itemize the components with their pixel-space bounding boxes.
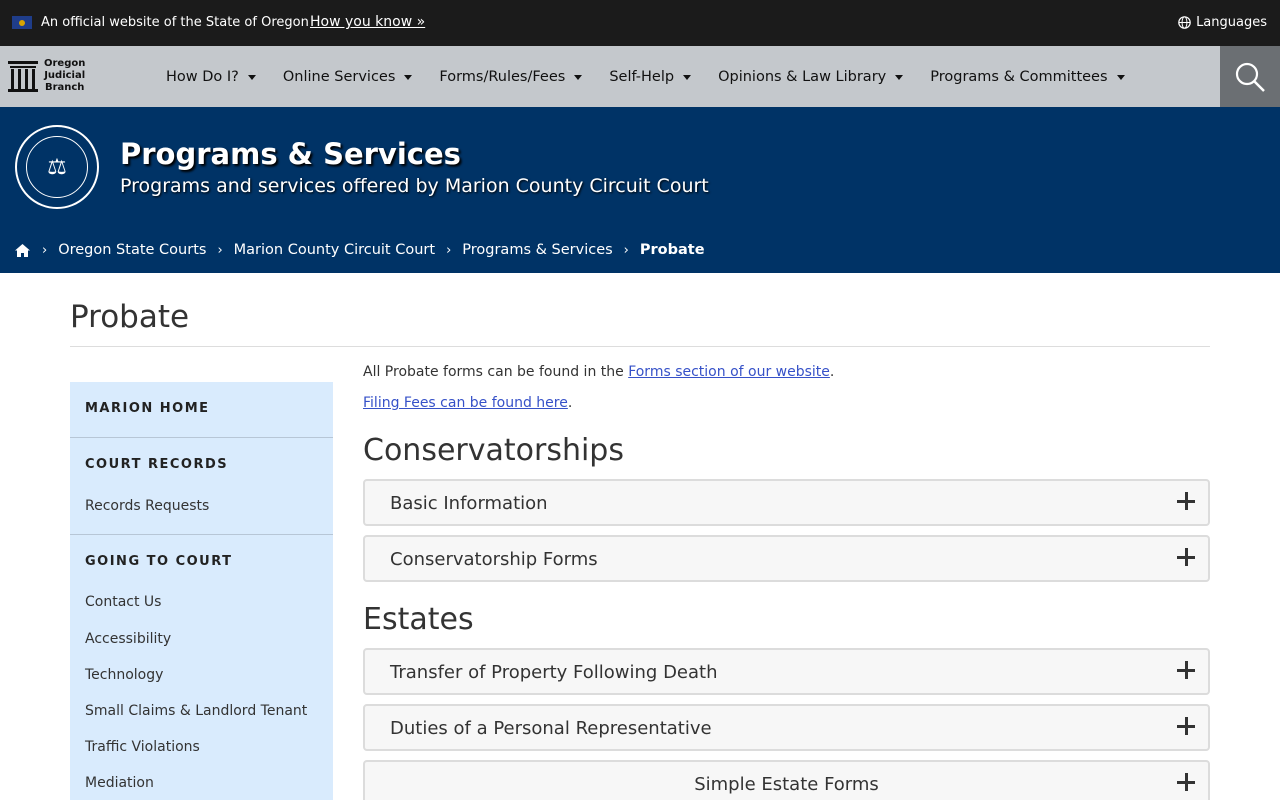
chevron-right-icon: › <box>42 242 48 258</box>
courthouse-pillars-icon <box>8 59 38 93</box>
globe-icon <box>1178 16 1191 29</box>
accordion-transfer-of-property[interactable]: Transfer of Property Following Death <box>363 648 1210 695</box>
breadcrumb-programs-services[interactable]: Programs & Services <box>462 242 612 258</box>
caret-down-icon <box>683 75 692 80</box>
plus-icon <box>1174 545 1198 569</box>
sidebar-divider <box>70 534 333 535</box>
accordion-label: Transfer of Property Following Death <box>390 662 718 683</box>
caret-down-icon <box>247 75 256 80</box>
accordion-basic-information[interactable]: Basic Information <box>363 479 1210 526</box>
caret-down-icon <box>574 75 583 80</box>
caret-down-icon <box>1116 75 1125 80</box>
plus-icon <box>1174 489 1198 513</box>
home-icon[interactable] <box>14 243 31 258</box>
chevron-right-icon: › <box>217 242 223 258</box>
breadcrumb-marion-county-circuit-court[interactable]: Marion County Circuit Court <box>234 242 435 258</box>
accordion-label: Simple Estate Forms <box>694 774 879 795</box>
sidebar: MARION HOME COURT RECORDS Records Reques… <box>70 382 333 800</box>
breadcrumb-oregon-state-courts[interactable]: Oregon State Courts <box>58 242 206 258</box>
sidebar-item-accessibility[interactable]: Accessibility <box>85 631 171 647</box>
sidebar-item-traffic-violations[interactable]: Traffic Violations <box>85 739 200 755</box>
sidebar-item-records-requests[interactable]: Records Requests <box>85 498 209 514</box>
official-banner: An official website of the State of Oreg… <box>0 0 1280 46</box>
nav-programs-committees[interactable]: Programs & Committees <box>930 69 1125 85</box>
accordion-simple-estate-forms[interactable]: Simple Estate Forms <box>363 760 1210 800</box>
sidebar-marion-home[interactable]: MARION HOME <box>85 401 210 416</box>
filing-fees-link[interactable]: Filing Fees can be found here <box>363 395 568 411</box>
sidebar-item-mediation[interactable]: Mediation <box>85 775 154 791</box>
page-title: Probate <box>70 299 190 335</box>
logo-text: Oregon Judicial Branch <box>44 58 86 93</box>
nav-forms-rules-fees[interactable]: Forms/Rules/Fees <box>439 69 583 85</box>
accordion-conservatorship-forms[interactable]: Conservatorship Forms <box>363 535 1210 582</box>
search-button[interactable] <box>1220 46 1280 107</box>
sidebar-item-contact-us[interactable]: Contact Us <box>85 594 161 610</box>
forms-section-link[interactable]: Forms section of our website <box>628 364 830 380</box>
official-website-text: An official website of the State of Oreg… <box>41 15 309 30</box>
judicial-department-seal-icon: ⚖ <box>15 125 99 209</box>
sidebar-heading-going-to-court[interactable]: GOING TO COURT <box>85 554 233 569</box>
sidebar-item-technology[interactable]: Technology <box>85 667 163 683</box>
breadcrumb: › Oregon State Courts › Marion County Ci… <box>14 242 705 258</box>
how-you-know-link[interactable]: How you know » <box>310 14 425 30</box>
estates-heading: Estates <box>363 602 474 637</box>
sidebar-divider <box>70 437 333 438</box>
oregon-flag-icon <box>12 16 32 29</box>
title-divider <box>70 346 1210 347</box>
conservatorships-heading: Conservatorships <box>363 433 624 468</box>
breadcrumb-current: Probate <box>639 242 705 258</box>
nav-how-do-i[interactable]: How Do I? <box>166 69 256 85</box>
hero-title: Programs & Services <box>120 137 461 171</box>
nav-online-services[interactable]: Online Services <box>283 69 413 85</box>
languages-label: Languages <box>1196 15 1267 30</box>
forms-paragraph: All Probate forms can be found in the Fo… <box>363 364 835 380</box>
accordion-label: Basic Information <box>390 493 548 514</box>
plus-icon <box>1174 714 1198 738</box>
fees-paragraph: Filing Fees can be found here. <box>363 395 573 411</box>
sidebar-heading-court-records[interactable]: COURT RECORDS <box>85 457 228 472</box>
plus-icon <box>1174 658 1198 682</box>
languages-button[interactable]: Languages <box>1178 15 1267 30</box>
nav-opinions-law-library[interactable]: Opinions & Law Library <box>718 69 904 85</box>
accordion-label: Duties of a Personal Representative <box>390 718 712 739</box>
caret-down-icon <box>895 75 904 80</box>
accordion-label: Conservatorship Forms <box>390 549 598 570</box>
search-icon <box>1235 62 1265 92</box>
ojb-logo[interactable]: Oregon Judicial Branch <box>8 56 92 96</box>
sidebar-item-small-claims[interactable]: Small Claims & Landlord Tenant <box>85 703 307 719</box>
page-hero: ⚖ Programs & Services Programs and servi… <box>0 107 1280 273</box>
main-navigation: Oregon Judicial Branch How Do I? Online … <box>0 46 1280 107</box>
chevron-right-icon: › <box>446 242 452 258</box>
plus-icon <box>1174 770 1198 794</box>
chevron-right-icon: › <box>623 242 629 258</box>
hero-subtitle: Programs and services offered by Marion … <box>120 175 709 197</box>
accordion-duties-personal-representative[interactable]: Duties of a Personal Representative <box>363 704 1210 751</box>
nav-self-help[interactable]: Self-Help <box>609 69 692 85</box>
caret-down-icon <box>404 75 413 80</box>
